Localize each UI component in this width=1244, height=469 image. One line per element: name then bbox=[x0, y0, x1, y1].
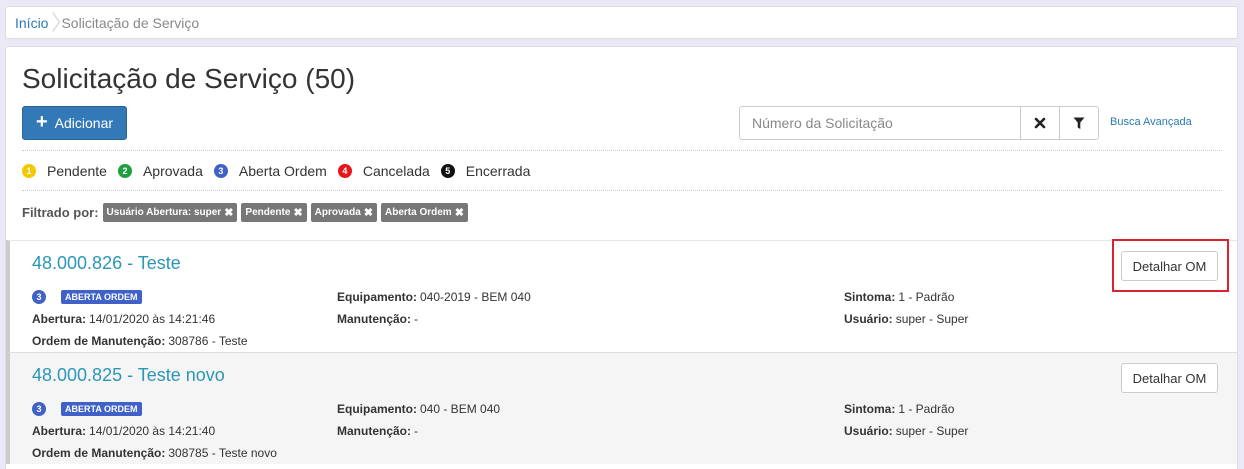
field-usuario: Usuário: super - Super bbox=[844, 312, 968, 326]
legend-item-aberta-ordem: 3 Aberta Ordem bbox=[213, 163, 327, 179]
field-value: super - Super bbox=[895, 312, 969, 326]
divider bbox=[22, 150, 1222, 151]
active-filters: Filtrado por: Usuário Abertura: super ✖ P… bbox=[22, 203, 472, 222]
field-value: 308786 - Teste bbox=[168, 334, 248, 348]
field-label: Ordem de Manutenção: bbox=[32, 334, 166, 348]
field-value: super - Super bbox=[895, 424, 969, 438]
field-value: 040 - BEM 040 bbox=[420, 402, 501, 416]
status-badge: ABERTA ORDEM bbox=[61, 402, 142, 416]
field-equipamento: Equipamento: 040-2019 - BEM 040 bbox=[337, 290, 531, 304]
filter-chip[interactable]: Pendente ✖ bbox=[241, 203, 307, 222]
field-label: Usuário: bbox=[844, 312, 893, 326]
filters-label: Filtrado por: bbox=[22, 205, 99, 220]
field-ordem: Ordem de Manutenção: 308786 - Teste bbox=[32, 334, 248, 348]
field-label: Manutenção: bbox=[337, 424, 412, 438]
status-badge: ABERTA ORDEM bbox=[61, 290, 142, 304]
plus-icon: + bbox=[35, 111, 48, 133]
highlight-box bbox=[1112, 239, 1229, 292]
legend-dot: 2 bbox=[117, 164, 132, 178]
field-label: Equipamento: bbox=[337, 290, 417, 304]
request-title-link[interactable]: 48.000.825 - Teste novo bbox=[32, 365, 225, 386]
field-value: 040-2019 - BEM 040 bbox=[420, 290, 531, 304]
field-equipamento: Equipamento: 040 - BEM 040 bbox=[337, 402, 500, 416]
field-value: 1 - Padrão bbox=[898, 290, 955, 304]
close-icon bbox=[1034, 117, 1046, 129]
search-group bbox=[739, 106, 1099, 140]
legend-item-pendente: 1 Pendente bbox=[22, 163, 107, 179]
breadcrumb-home-link[interactable]: Início bbox=[15, 15, 48, 31]
field-manutencao: Manutenção: - bbox=[337, 312, 418, 326]
legend-item-aprovada: 2 Aprovada bbox=[117, 163, 203, 179]
field-abertura: Abertura: 14/01/2020 às 14:21:40 bbox=[32, 424, 215, 438]
filter-button[interactable] bbox=[1059, 107, 1098, 139]
page-title: Solicitação de Serviço (50) bbox=[22, 63, 356, 94]
filter-chip-label: Pendente bbox=[245, 207, 291, 218]
field-label: Ordem de Manutenção: bbox=[32, 446, 166, 460]
filter-chip-label: Aberta Ordem bbox=[385, 207, 452, 218]
detalhar-om-button[interactable]: Detalhar OM bbox=[1121, 363, 1218, 393]
filter-icon bbox=[1073, 117, 1085, 129]
field-abertura: Abertura: 14/01/2020 às 14:21:46 bbox=[32, 312, 215, 326]
field-value: 14/01/2020 às 14:21:40 bbox=[89, 424, 216, 438]
field-value: 308785 - Teste novo bbox=[168, 446, 277, 460]
divider bbox=[22, 190, 1222, 191]
legend-dot: 3 bbox=[213, 164, 228, 178]
field-sintoma: Sintoma: 1 - Padrão bbox=[844, 290, 954, 304]
filter-chip-label: Usuário Abertura: super bbox=[106, 207, 222, 218]
field-value: 1 - Padrão bbox=[898, 402, 955, 416]
field-value: - bbox=[414, 312, 419, 326]
list-item: 48.000.825 - Teste novo Detalhar OM 3 AB… bbox=[6, 352, 1237, 464]
field-label: Sintoma: bbox=[844, 290, 896, 304]
filter-chip[interactable]: Aberta Ordem ✖ bbox=[381, 203, 468, 222]
field-usuario: Usuário: super - Super bbox=[844, 424, 968, 438]
field-value: - bbox=[414, 424, 419, 438]
legend-dot: 4 bbox=[337, 164, 352, 178]
field-label: Usuário: bbox=[844, 424, 893, 438]
legend-label: Pendente bbox=[47, 163, 107, 179]
status-number-badge: 3 bbox=[32, 402, 46, 416]
field-label: Abertura: bbox=[32, 424, 87, 438]
remove-icon[interactable]: ✖ bbox=[364, 206, 373, 219]
legend-item-cancelada: 4 Cancelada bbox=[337, 163, 430, 179]
filter-chip[interactable]: Usuário Abertura: super ✖ bbox=[102, 203, 238, 222]
remove-icon[interactable]: ✖ bbox=[293, 206, 302, 219]
status-legend: 1 Pendente 2 Aprovada 3 Aberta Ordem 4 C… bbox=[22, 163, 541, 179]
remove-icon[interactable]: ✖ bbox=[224, 206, 233, 219]
field-label: Abertura: bbox=[32, 312, 87, 326]
search-input[interactable] bbox=[740, 107, 1020, 139]
add-button-label: Adicionar bbox=[54, 115, 114, 131]
add-button[interactable]: + Adicionar bbox=[22, 106, 127, 140]
legend-label: Encerrada bbox=[465, 163, 531, 179]
field-manutencao: Manutenção: - bbox=[337, 424, 418, 438]
field-label: Manutenção: bbox=[337, 312, 412, 326]
filter-chip-label: Aprovada bbox=[314, 207, 361, 218]
field-sintoma: Sintoma: 1 - Padrão bbox=[844, 402, 954, 416]
remove-icon[interactable]: ✖ bbox=[455, 206, 464, 219]
breadcrumb-current: Solicitação de Serviço bbox=[61, 14, 200, 31]
legend-label: Aprovada bbox=[142, 163, 203, 179]
legend-dot: 1 bbox=[22, 164, 36, 178]
advanced-search-link[interactable]: Busca Avançada bbox=[1110, 116, 1192, 128]
breadcrumb-separator bbox=[49, 13, 57, 33]
legend-label: Aberta Ordem bbox=[238, 163, 327, 179]
clear-search-button[interactable] bbox=[1020, 107, 1059, 139]
legend-item-encerrada: 5 Encerrada bbox=[440, 163, 531, 179]
list-item: 48.000.826 - Teste Detalhar OM 3 ABERTA … bbox=[6, 240, 1237, 352]
legend-dot: 5 bbox=[440, 164, 455, 178]
legend-label: Cancelada bbox=[362, 163, 430, 179]
field-value: 14/01/2020 às 14:21:46 bbox=[89, 312, 216, 326]
main-panel: Solicitação de Serviço (50) + Adicionar … bbox=[5, 46, 1238, 469]
field-label: Equipamento: bbox=[337, 402, 417, 416]
filter-chip[interactable]: Aprovada ✖ bbox=[310, 203, 377, 222]
breadcrumb: Início Solicitação de Serviço bbox=[5, 6, 1238, 39]
field-label: Sintoma: bbox=[844, 402, 896, 416]
status-number-badge: 3 bbox=[32, 290, 46, 304]
request-title-link[interactable]: 48.000.826 - Teste bbox=[32, 253, 181, 274]
field-ordem: Ordem de Manutenção: 308785 - Teste novo bbox=[32, 446, 277, 460]
